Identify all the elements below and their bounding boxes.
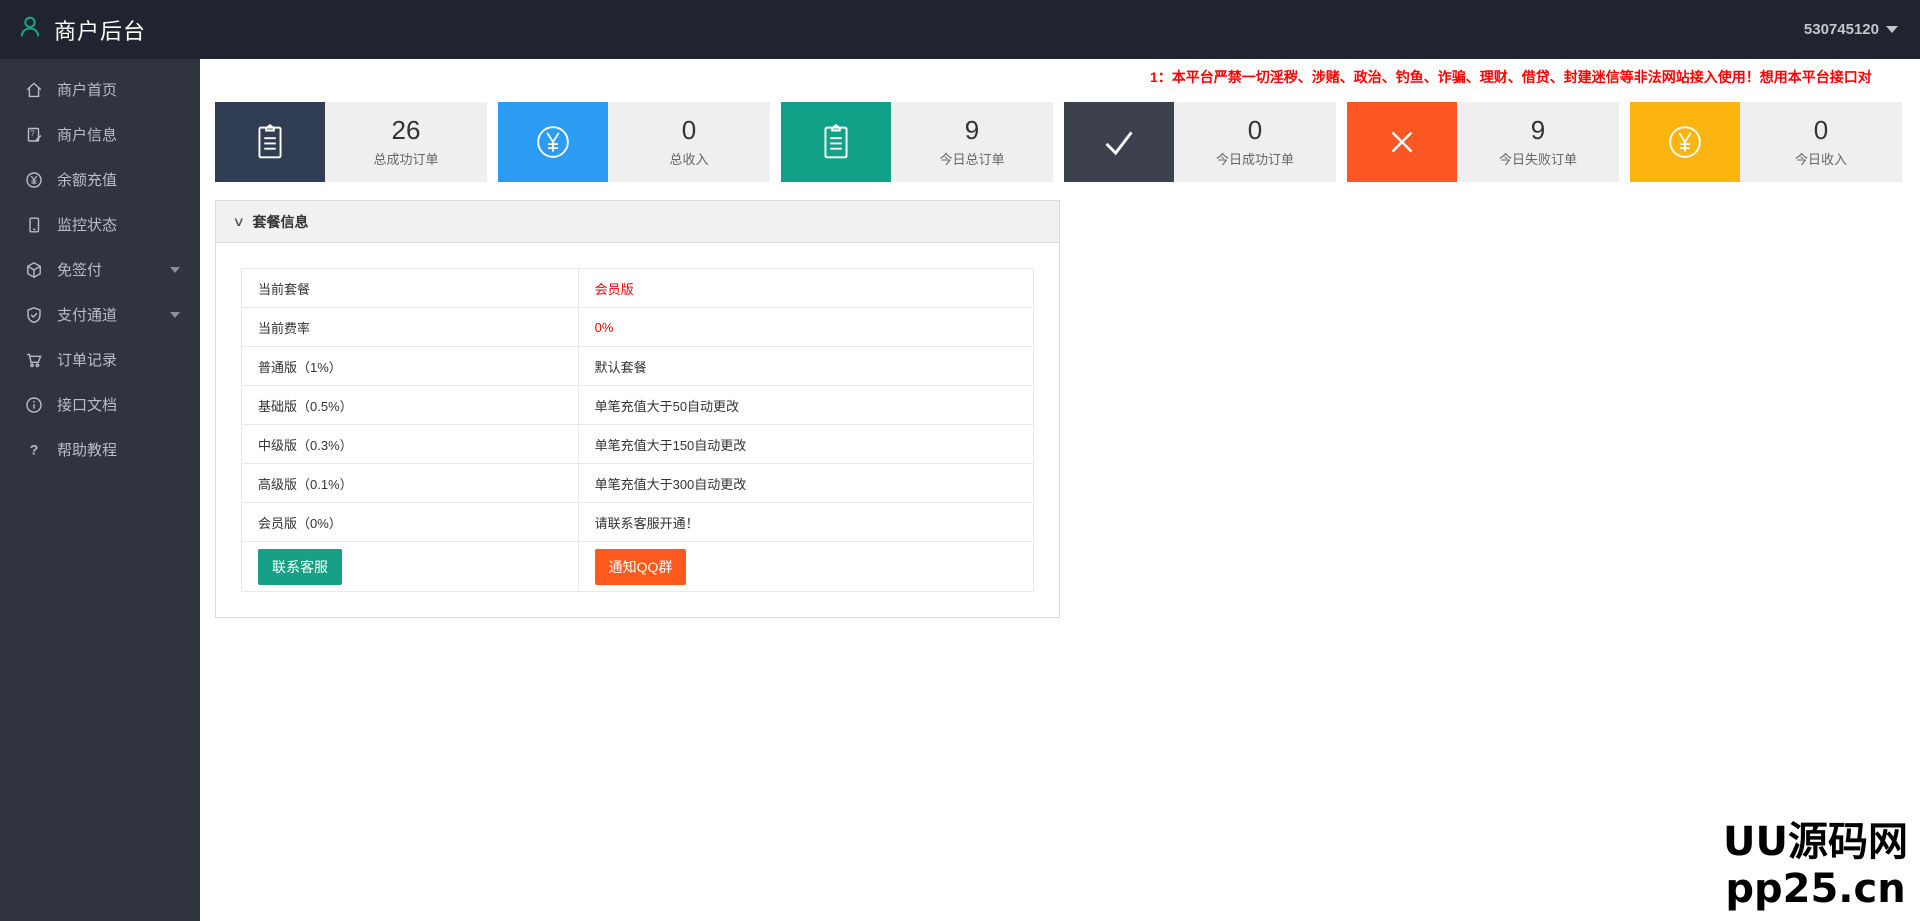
chevron-down-icon: ∨ [232,213,246,229]
row-label-cell: 基础版（0.5%） [241,385,579,425]
yen-circle-icon [26,171,42,188]
panel-body: 当前套餐 会员版 当前费率 0% 普通版（1%） 默认套餐 基础版（0.5%） … [215,243,1060,618]
stat-card-today-income: 0 今日收入 [1630,102,1902,182]
question-icon: ? [30,441,39,457]
sidebar-item-label: 接口文档 [57,397,118,414]
stat-value: 9 [964,114,980,145]
sidebar-item-monitor[interactable]: 监控状态 [0,202,200,247]
person-icon [16,13,44,46]
qq-group-notify-button[interactable]: 通知QQ群 [594,548,687,585]
sidebar-item-nosign-pay[interactable]: 免签付 [0,247,200,292]
chevron-down-icon [170,266,180,273]
stat-value: 26 [391,114,421,145]
yen-icon [1630,102,1740,182]
info-icon [26,396,42,413]
sidebar-item-label: 商户首页 [57,82,118,99]
watermark-line2: pp25.cn [1725,865,1906,912]
stat-card-total-income: 0 总收入 [498,102,770,182]
clipboard-icon [215,102,325,182]
row-label-cell: 当前套餐 [241,268,579,308]
stat-label: 总收入 [669,152,709,168]
home-icon [26,81,42,97]
check-icon [1064,102,1174,182]
row-label-cell: 会员版（0%） [241,502,579,542]
table-row: 高级版（0.1%） 单笔充值大于300自动更改 [241,463,1035,503]
table-row: 普通版（1%） 默认套餐 [241,346,1035,386]
sidebar-item-label: 监控状态 [57,217,118,234]
cart-icon [27,353,42,367]
package-table: 当前套餐 会员版 当前费率 0% 普通版（1%） 默认套餐 基础版（0.5%） … [241,268,1035,592]
table-row: 当前费率 0% [241,307,1035,347]
sidebar-item-orders[interactable]: 订单记录 [0,337,200,382]
stat-card-total-success: 26 总成功订单 [215,102,487,182]
package-info-panel: ∨ 套餐信息 当前套餐 会员版 当前费率 0% 普通版（1%） 默认套餐 基础版… [215,200,1060,618]
svg-text:?: ? [30,129,35,138]
shield-check-icon [27,306,41,323]
contact-support-button[interactable]: 联系客服 [258,548,342,585]
cube-icon [27,261,41,278]
watermark: UU源码网 pp25.cn [1723,819,1908,913]
stat-label: 总成功订单 [373,152,439,168]
warning-notice: 1：本平台严禁一切淫秽、涉赌、政治、钓鱼、诈骗、理财、借贷、封建迷信等非法网站接… [1150,69,1872,85]
stat-label: 今日失败订单 [1498,152,1577,168]
row-value-cell: 单笔充值大于50自动更改 [577,385,1035,425]
row-label-cell: 中级版（0.3%） [241,424,579,464]
panel-header[interactable]: ∨ 套餐信息 [215,200,1060,243]
row-value-cell: 会员版 [577,268,1035,308]
svg-text:?: ? [30,441,39,457]
row-value-cell: 单笔充值大于150自动更改 [577,424,1035,464]
panel-title: 套餐信息 [252,213,309,230]
stat-value: 0 [1813,114,1829,145]
sidebar-item-merchant-info[interactable]: ? 商户信息 [0,112,200,157]
table-row: 会员版（0%） 请联系客服开通！ [241,502,1035,542]
stat-label: 今日收入 [1794,152,1847,168]
stats-row: 26 总成功订单 0 总收入 9 今日总订单 0 今日成功订单 9 今日失败订单… [215,102,1902,182]
yen-icon [498,102,608,182]
sidebar-item-label: 帮助教程 [57,442,118,459]
stat-card-today-failed: 9 今日失败订单 [1347,102,1619,182]
table-row: 中级版（0.3%） 单笔充值大于150自动更改 [241,424,1035,464]
table-row: 当前套餐 会员版 [241,268,1035,308]
sidebar-item-label: 免签付 [57,262,103,279]
page-title: 商户后台 [54,18,147,44]
app-logo [0,13,44,46]
sidebar-item-help[interactable]: ? 帮助教程 [0,427,200,472]
document-edit-icon: ? [27,127,42,142]
stat-card-today-total: 9 今日总订单 [781,102,1053,182]
sidebar: 商户首页 ? 商户信息 余额充值 监控状态 免签付 支付通道 订单记录 接口文档… [0,59,200,921]
row-label-cell: 高级版（0.1%） [241,463,579,503]
stat-label: 今日总订单 [939,152,1005,168]
watermark-line1: UU源码网 [1723,818,1908,865]
row-label-cell: 普通版（1%） [241,346,579,386]
row-value-cell: 0% [577,307,1035,347]
main-content: 1：本平台严禁一切淫秽、涉赌、政治、钓鱼、诈骗、理财、借贷、封建迷信等非法网站接… [200,59,1920,921]
account-id: 530745120 [1803,21,1879,38]
x-icon [1347,102,1457,182]
table-row: 基础版（0.5%） 单笔充值大于50自动更改 [241,385,1035,425]
table-row-buttons: 联系客服 通知QQ群 [241,541,1035,592]
row-value-cell: 请联系客服开通！ [577,502,1035,542]
stat-value: 0 [681,114,697,145]
clipboard-icon [781,102,891,182]
sidebar-item-home[interactable]: 商户首页 [0,67,200,112]
topbar: 商户后台 530745120 [0,0,1920,59]
phone-monitor-icon [29,217,40,233]
sidebar-item-pay-channel[interactable]: 支付通道 [0,292,200,337]
sidebar-item-label: 商户信息 [57,127,118,144]
sidebar-item-label: 余额充值 [57,172,118,189]
stat-value: 0 [1247,114,1263,145]
sidebar-item-label: 支付通道 [57,307,118,324]
row-value-cell: 单笔充值大于300自动更改 [577,463,1035,503]
row-value-cell: 默认套餐 [577,346,1035,386]
chevron-down-icon [170,311,180,318]
caret-down-icon [1886,26,1898,33]
sidebar-item-label: 订单记录 [57,352,118,369]
sidebar-item-recharge[interactable]: 余额充值 [0,157,200,202]
sidebar-item-api-docs[interactable]: 接口文档 [0,382,200,427]
account-dropdown[interactable]: 530745120 [1804,21,1898,38]
stat-value: 9 [1530,114,1546,145]
stat-label: 今日成功订单 [1215,152,1294,168]
stat-card-today-success: 0 今日成功订单 [1064,102,1336,182]
row-label-cell: 当前费率 [241,307,579,347]
